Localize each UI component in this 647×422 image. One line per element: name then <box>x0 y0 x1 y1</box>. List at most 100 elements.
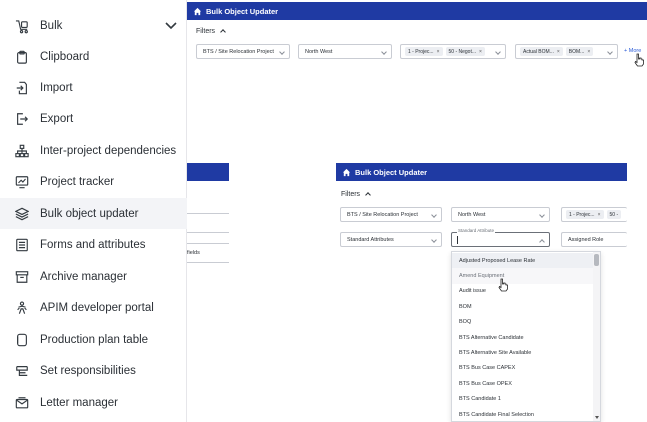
clipboard-icon <box>14 49 30 65</box>
remove-chip-icon[interactable]: × <box>437 49 440 55</box>
select-value: BTS / Site Relocation Project <box>203 48 274 55</box>
divider <box>187 243 229 244</box>
chip-label: 1 - Projec... <box>569 211 595 218</box>
dropdown-option[interactable]: BTS Alternative Site Available <box>452 345 594 360</box>
filter-chip[interactable]: BOM... × <box>565 47 594 56</box>
chip-label: 1 - Projec... <box>408 48 434 55</box>
chevron-up-icon <box>220 29 226 35</box>
top-project-select[interactable]: BTS / Site Relocation Project <box>196 44 290 59</box>
dropdown-option[interactable]: Amend Equipment <box>452 268 594 284</box>
chart-monitor-icon <box>14 174 30 190</box>
scroll-down-arrow-icon[interactable] <box>595 416 599 419</box>
standard-attribute-search[interactable] <box>451 232 550 247</box>
sidebar-item-label: Set responsibilities <box>40 364 136 377</box>
filters-label: Filters <box>341 191 361 198</box>
sidebar-item-letter-manager[interactable]: Letter manager <box>0 387 187 418</box>
scrollbar-thumb[interactable] <box>594 254 599 266</box>
sidebar-item-label: Import <box>40 81 73 94</box>
sidebar-item-bulk-object-updater[interactable]: Bulk object updater <box>0 198 187 229</box>
chip-label: BOM... <box>568 48 585 55</box>
attribute-dropdown-list[interactable]: Adjusted Proposed Lease Rate Amend Equipm… <box>451 251 601 422</box>
sidebar-item-label: Bulk object updater <box>40 207 139 220</box>
home-icon[interactable] <box>342 168 351 177</box>
filter-chip[interactable]: 1 - Projec... × <box>566 210 604 219</box>
second-region-select[interactable]: North West <box>451 207 550 222</box>
sidebar-item-label: Export <box>40 112 74 125</box>
dropdown-option[interactable]: BOQ <box>452 315 594 330</box>
table-icon <box>14 332 30 348</box>
top-filters-toggle[interactable]: Filters <box>196 28 226 35</box>
sidebar-item-clipboard[interactable]: Clipboard <box>0 41 187 72</box>
caret-icon <box>431 212 437 218</box>
second-project-select[interactable]: BTS / Site Relocation Project <box>340 207 442 222</box>
partial-window-titlebar <box>187 163 229 181</box>
responsibilities-icon <box>14 363 30 379</box>
sidebar-item-forms-and-attributes[interactable]: Forms and attributes <box>0 229 187 260</box>
caret-icon <box>279 49 285 55</box>
remove-chip-icon[interactable]: × <box>557 49 560 55</box>
cursor-pointer-icon <box>497 278 509 292</box>
sidebar-item-apim-developer-portal[interactable]: APIM developer portal <box>0 292 187 323</box>
text-caret <box>457 236 458 244</box>
select-value: BTS / Site Relocation Project <box>347 211 418 218</box>
second-window-titlebar: Bulk Object Updater <box>336 163 627 181</box>
select-value: Assigned Role <box>568 236 604 243</box>
sidebar-group-bulk[interactable]: Bulk <box>0 8 187 44</box>
truncated-field-text: fields <box>187 250 200 256</box>
dropdown-option[interactable]: BTS Candidate Final Selection <box>452 407 594 421</box>
second-status-multiselect[interactable]: 1 - Projec... × 50 - <box>561 207 627 222</box>
attribute-type-select[interactable]: Standard Attributes <box>340 232 442 247</box>
dropdown-scrollbar[interactable] <box>593 252 600 421</box>
dropdown-option[interactable]: BTS Alternative Candidate <box>452 330 594 345</box>
sidebar-item-import[interactable]: Import <box>0 72 187 103</box>
divider <box>187 213 229 214</box>
sidebar-item-label: Archive manager <box>40 270 127 283</box>
dropdown-option[interactable]: Adjusted Proposed Lease Rate <box>452 253 594 269</box>
export-icon <box>14 111 30 127</box>
top-status-multiselect[interactable]: 1 - Projec... × 50 - Negot... × <box>400 44 506 59</box>
sidebar-item-label: Letter manager <box>40 396 118 409</box>
sidebar-item-archive-manager[interactable]: Archive manager <box>0 261 187 292</box>
assigned-role-select[interactable]: Assigned Role <box>561 232 627 247</box>
dropdown-option[interactable]: BTS Candidate 1 <box>452 392 594 407</box>
sidebar-item-label: Project tracker <box>40 175 115 188</box>
filter-chip[interactable]: 1 - Projec... × <box>405 47 443 56</box>
top-bom-multiselect[interactable]: Actual BOM... × BOM... × <box>515 44 618 59</box>
remove-chip-icon[interactable]: × <box>479 49 482 55</box>
dropdown-option[interactable]: BTS Bus Case OPEX <box>452 376 594 391</box>
caret-icon <box>431 237 437 243</box>
sidebar-item-label: Inter-project dependencies <box>40 144 177 157</box>
second-filters-toggle[interactable]: Filters <box>341 191 371 198</box>
divider <box>187 262 229 263</box>
home-icon[interactable] <box>193 7 202 16</box>
filter-chip[interactable]: Actual BOM... × <box>520 47 563 56</box>
dropdown-option[interactable]: BOM <box>452 299 594 314</box>
select-value: North West <box>458 211 486 218</box>
sidebar-group-label: Bulk <box>40 20 63 32</box>
sidebar-item-export[interactable]: Export <box>0 103 187 134</box>
sidebar-item-project-tracker[interactable]: Project tracker <box>0 166 187 197</box>
form-icon <box>14 237 30 253</box>
chevron-down-icon[interactable] <box>163 17 179 33</box>
top-region-select[interactable]: North West <box>298 44 392 59</box>
filter-chip[interactable]: 50 - <box>606 210 622 219</box>
sidebar-item-production-plan-table[interactable]: Production plan table <box>0 324 187 355</box>
chip-label: 50 - <box>609 211 619 218</box>
remove-chip-icon[interactable]: × <box>587 49 590 55</box>
divider <box>187 232 229 233</box>
sidebar-item-inter-project-dependencies[interactable]: Inter-project dependencies <box>0 135 187 166</box>
caret-icon <box>495 49 501 55</box>
sidebar-item-label: Clipboard <box>40 50 90 63</box>
sidebar-item-label: APIM developer portal <box>40 301 154 314</box>
sidebar-item-set-responsibilities[interactable]: Set responsibilities <box>0 355 187 386</box>
dropdown-option[interactable]: Audit issue <box>452 284 594 299</box>
filters-label: Filters <box>196 28 216 35</box>
select-value: Standard Attributes <box>347 236 394 243</box>
remove-chip-icon[interactable]: × <box>598 212 601 218</box>
caret-icon <box>381 49 387 55</box>
select-value: North West <box>305 48 333 55</box>
chip-label: Actual BOM... <box>523 48 554 55</box>
dropdown-option[interactable]: BTS Bus Case CAPEX <box>452 361 594 376</box>
filter-chip[interactable]: 50 - Negot... × <box>445 47 485 56</box>
sidebar-menu: Bulk Clipboard Import Export Inter-proje… <box>0 0 187 422</box>
